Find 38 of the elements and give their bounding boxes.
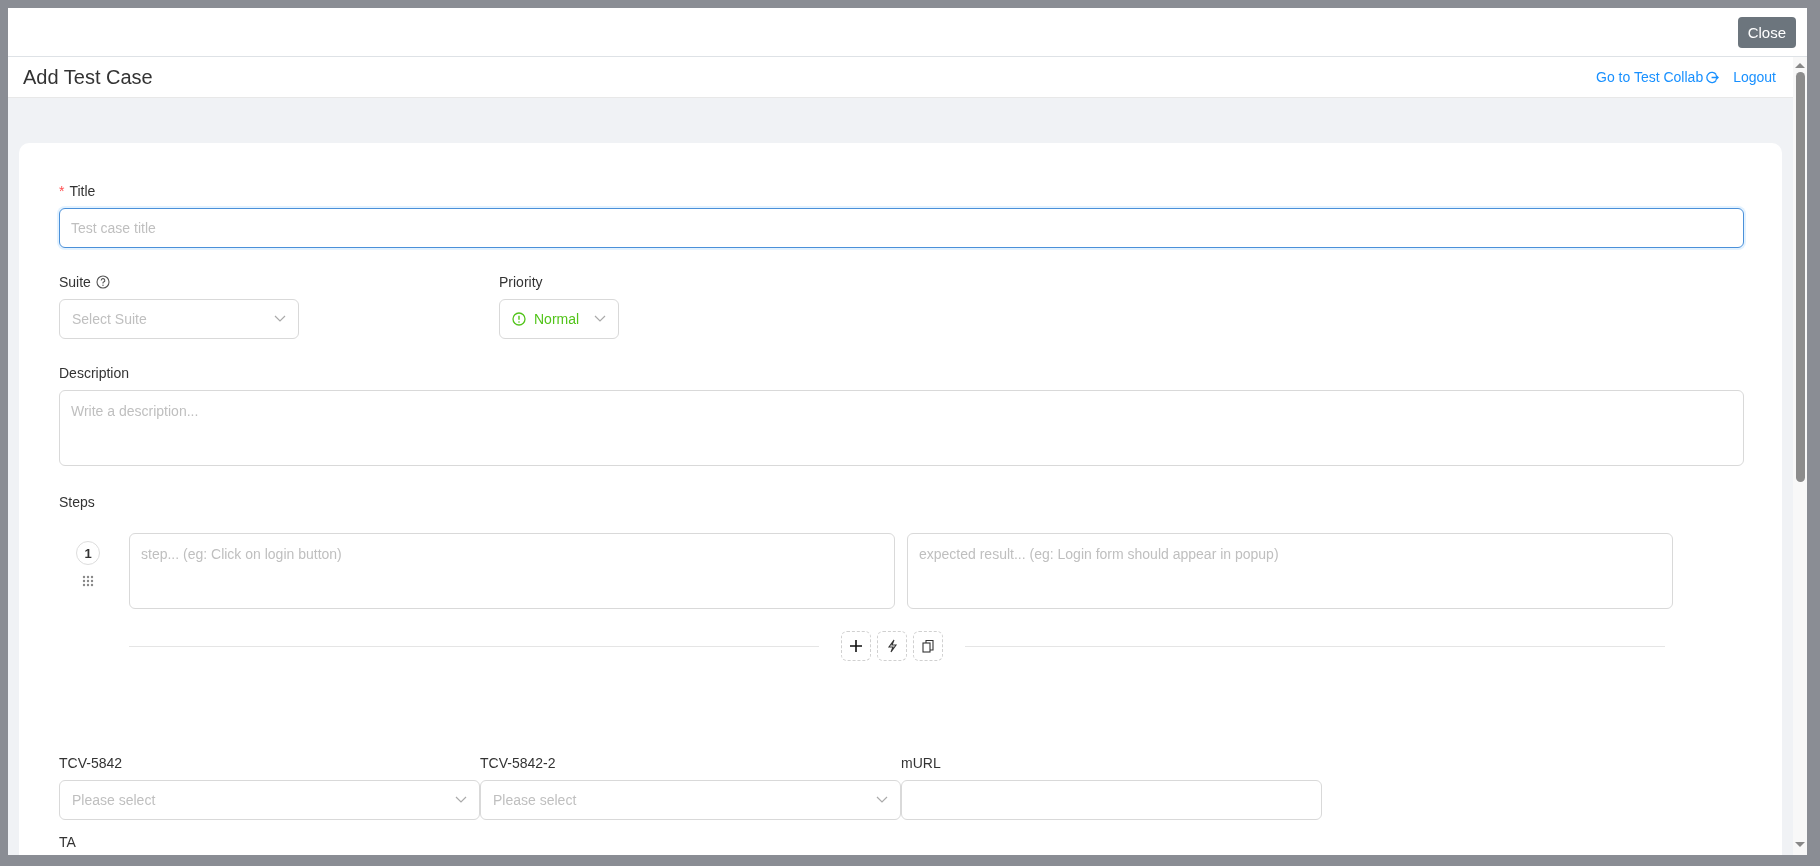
custom-field-input[interactable] bbox=[901, 780, 1322, 820]
close-button[interactable]: Close bbox=[1737, 16, 1796, 48]
field-label: Title bbox=[69, 183, 96, 199]
suite-select[interactable]: Select Suite bbox=[59, 299, 299, 339]
title-input[interactable]: Test case title bbox=[59, 208, 1744, 248]
add-step-button[interactable] bbox=[841, 631, 871, 661]
chevron-down-icon bbox=[876, 796, 888, 804]
field-label: mURL bbox=[901, 755, 942, 771]
custom-field-select[interactable]: Please select bbox=[59, 780, 480, 820]
priority-select[interactable]: Normal bbox=[499, 299, 619, 339]
copy-button[interactable] bbox=[913, 631, 943, 661]
chevron-down-icon bbox=[594, 315, 606, 323]
expected-result-textarea[interactable]: expected result... (eg: Login form should appear in popup) bbox=[907, 533, 1673, 609]
dialog-title: Add Test Case bbox=[23, 65, 153, 89]
field-label: TA bbox=[59, 834, 77, 850]
field-label: Description bbox=[59, 365, 130, 381]
custom-field-select[interactable]: Please select bbox=[480, 780, 901, 820]
field-label: Suite bbox=[59, 274, 91, 290]
step-textarea[interactable]: step... (eg: Click on login button) bbox=[129, 533, 895, 609]
field-label: TCV-5842-2 bbox=[480, 755, 557, 771]
header-link[interactable]: Logout bbox=[1733, 69, 1776, 85]
help-icon bbox=[95, 275, 110, 289]
section-label: Steps bbox=[59, 494, 95, 510]
chevron-down-icon bbox=[455, 796, 467, 804]
drag-handle-icon[interactable] bbox=[82, 575, 94, 587]
required-mark: * bbox=[59, 183, 65, 199]
lightning-icon bbox=[885, 639, 899, 653]
field-label: Priority bbox=[499, 274, 543, 290]
alert-circle-icon bbox=[512, 312, 526, 326]
generate-button[interactable] bbox=[877, 631, 907, 661]
plus-icon bbox=[849, 639, 863, 653]
chevron-down-icon bbox=[274, 315, 286, 323]
description-textarea[interactable]: Write a description... bbox=[59, 390, 1744, 466]
header-link[interactable]: Go to Test Collab bbox=[1596, 69, 1720, 85]
scrollbar[interactable] bbox=[1793, 57, 1807, 855]
clipboard-icon bbox=[921, 639, 935, 653]
exit-icon bbox=[1706, 70, 1720, 84]
field-label: TCV-5842 bbox=[59, 755, 124, 771]
